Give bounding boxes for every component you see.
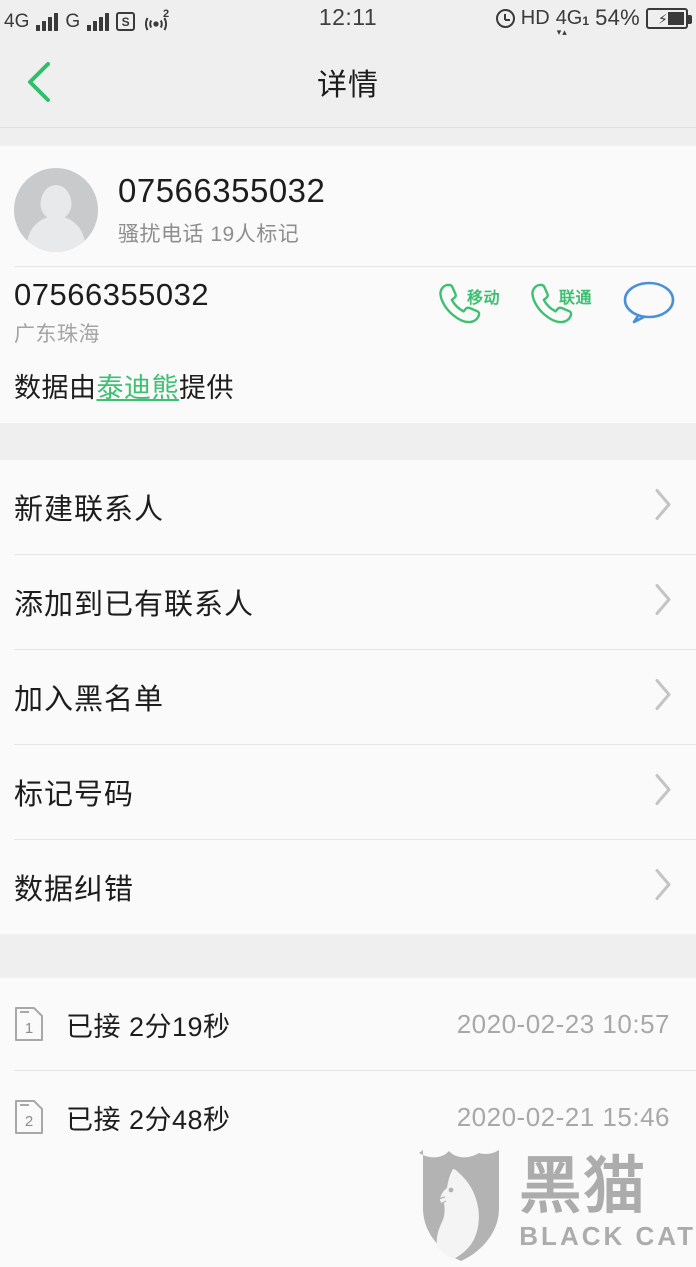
call-log-label: 已接 2分48秒 xyxy=(66,1104,231,1135)
call-unicom-button[interactable]: 联通 xyxy=(528,277,592,327)
battery-charging-icon: ⚡ xyxy=(646,7,692,29)
menu-item-new-contact[interactable]: 新建联系人 xyxy=(0,460,696,554)
number-row: 07566355032 广东珠海 移动 联通 xyxy=(0,267,696,352)
back-button[interactable] xyxy=(8,36,70,127)
sim-card-icon: 2 xyxy=(14,1099,44,1135)
cat-shield-logo-icon xyxy=(415,1147,511,1263)
chevron-right-icon xyxy=(652,487,674,528)
hd-voice-label: HD xyxy=(520,6,550,29)
battery-fill xyxy=(668,11,684,25)
page-title: 详情 xyxy=(317,68,379,102)
section-gap-2 xyxy=(0,934,696,978)
chevron-right-icon xyxy=(652,582,674,623)
call-unicom-label: 联通 xyxy=(558,290,592,307)
quick-actions: 移动 联通 xyxy=(436,277,678,327)
call-log-datetime: 2020-02-21 15:46 xyxy=(456,1101,670,1132)
action-menu: 新建联系人 添加到已有联系人 加入黑名单 标记号码 数据纠错 xyxy=(0,460,696,934)
menu-item-label: 加入黑名单 xyxy=(14,684,165,716)
data-source-suffix: 提供 xyxy=(179,373,234,403)
menu-item-label: 新建联系人 xyxy=(14,494,165,526)
call-log-row[interactable]: 1 已接 2分19秒 2020-02-23 10:57 xyxy=(0,978,696,1070)
send-message-button[interactable] xyxy=(620,277,678,327)
call-log-list: 1 已接 2分19秒 2020-02-23 10:57 2 已接 2分48秒 2… xyxy=(0,978,696,1163)
section-gap-1 xyxy=(0,423,696,460)
charging-bolt-icon: ⚡ xyxy=(658,10,668,27)
call-mobile-label: 移动 xyxy=(466,290,500,307)
data-source-link[interactable]: 泰迪熊 xyxy=(97,373,180,403)
chevron-right-icon xyxy=(652,677,674,718)
watermark-text: 黑猫 BLACK CAT xyxy=(519,1152,696,1252)
call-log-datetime: 2020-02-23 10:57 xyxy=(456,1008,670,1039)
battery-percent-label: 54% xyxy=(595,5,640,30)
avatar-body xyxy=(27,216,85,252)
phone-screen: 4G G S 2 12:11 HD 4G 1 ▾ ▴ 54% ⚡ 详情 0756… xyxy=(0,0,696,1267)
spam-tag-label: 骚扰电话 19人标记 xyxy=(118,223,300,247)
status-bar: 4G G S 2 12:11 HD 4G 1 ▾ ▴ 54% ⚡ xyxy=(0,0,696,36)
contact-number: 07566355032 xyxy=(118,171,326,209)
person-avatar-icon xyxy=(14,168,98,252)
page-header: 详情 xyxy=(0,36,696,128)
contact-summary: 07566355032 骚扰电话 19人标记 xyxy=(0,146,696,266)
data-source-prefix: 数据由 xyxy=(14,373,97,403)
alarm-clock-icon xyxy=(495,8,515,28)
network-sim-index-label: 1 xyxy=(582,13,590,28)
contact-card: 07566355032 骚扰电话 19人标记 07566355032 广东珠海 … xyxy=(0,146,696,423)
chevron-left-icon xyxy=(22,59,56,105)
call-mobile-button[interactable]: 移动 xyxy=(436,277,500,327)
svg-text:2: 2 xyxy=(25,1113,33,1130)
black-cat-watermark: 黑猫 BLACK CAT xyxy=(415,1147,696,1263)
menu-item-label: 添加到已有联系人 xyxy=(14,589,255,621)
menu-item-report-data-error[interactable]: 数据纠错 xyxy=(0,840,696,934)
menu-item-add-to-blacklist[interactable]: 加入黑名单 xyxy=(0,650,696,744)
watermark-en-label: BLACK CAT xyxy=(519,1220,696,1251)
watermark-cn-label: 黑猫 xyxy=(519,1152,648,1222)
menu-item-add-to-existing-contact[interactable]: 添加到已有联系人 xyxy=(0,555,696,649)
call-log-label: 已接 2分19秒 xyxy=(66,1011,231,1042)
header-gap xyxy=(0,128,696,146)
menu-item-label: 标记号码 xyxy=(14,779,135,811)
network-status-group: 4G 1 ▾ ▴ xyxy=(556,7,590,37)
status-bar-right: HD 4G 1 ▾ ▴ 54% ⚡ xyxy=(495,2,692,37)
chevron-right-icon xyxy=(652,772,674,813)
menu-item-label: 数据纠错 xyxy=(14,874,135,906)
contact-text: 07566355032 骚扰电话 19人标记 xyxy=(118,172,325,249)
svg-text:1: 1 xyxy=(25,1020,33,1037)
sim-card-icon: 1 xyxy=(14,1006,44,1042)
menu-item-mark-number[interactable]: 标记号码 xyxy=(0,745,696,839)
data-source-text: 数据由泰迪熊提供 xyxy=(0,352,696,423)
chevron-right-icon xyxy=(652,867,674,908)
avatar-head xyxy=(40,185,72,220)
